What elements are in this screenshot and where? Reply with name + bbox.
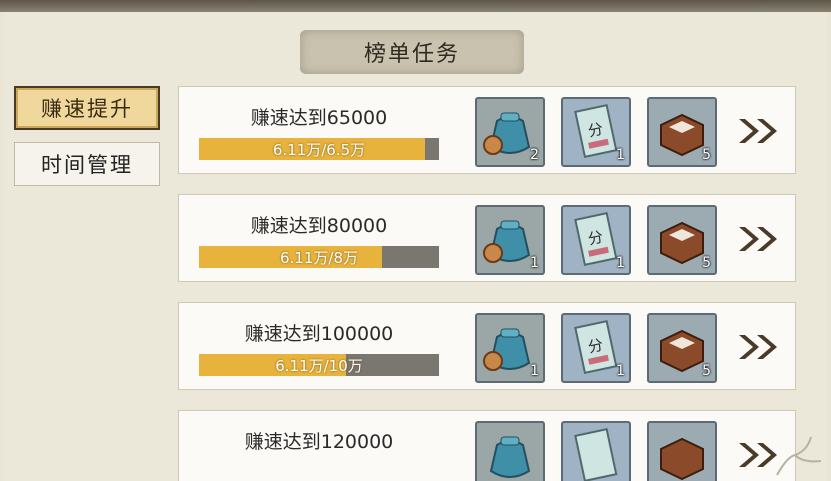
task-card: 赚速达到65000 6.11万/6.5万 2 分 1 5 (178, 86, 796, 174)
progress-text: 6.11万/10万 (275, 356, 363, 375)
score-ticket-icon[interactable]: 分 1 (561, 313, 631, 383)
box-icon[interactable]: 5 (647, 205, 717, 275)
progress-bar: 6.11万/6.5万 (199, 138, 439, 160)
top-border (0, 0, 831, 12)
task-card: 赚速达到120000 (178, 410, 796, 481)
box-icon[interactable] (647, 421, 717, 481)
reward-count: 5 (702, 147, 711, 163)
reward-count: 1 (530, 363, 539, 379)
coin-bag-icon[interactable]: 1 (475, 313, 545, 383)
task-title: 赚速达到120000 (244, 431, 394, 453)
reward-count: 1 (616, 147, 625, 163)
task-list[interactable]: 赚速达到65000 6.11万/6.5万 2 分 1 5 赚速达到80000 6… (178, 86, 796, 481)
box-icon[interactable]: 5 (647, 97, 717, 167)
progress-bar: 6.11万/8万 (199, 246, 439, 268)
reward-count: 1 (616, 255, 625, 271)
double-chevron-icon[interactable] (735, 113, 783, 149)
score-ticket-icon[interactable] (561, 421, 631, 481)
task-card: 赚速达到100000 6.11万/10万 1 分 1 5 (178, 302, 796, 390)
coin-bag-icon[interactable]: 1 (475, 205, 545, 275)
coin-bag-icon[interactable] (475, 421, 545, 481)
task-card: 赚速达到80000 6.11万/8万 1 分 1 5 (178, 194, 796, 282)
progress-text: 6.11万/8万 (280, 248, 358, 267)
title-banner: 榜单任务 (300, 30, 524, 74)
score-ticket-icon[interactable]: 分 1 (561, 205, 631, 275)
reward-count: 5 (702, 255, 711, 271)
double-chevron-icon[interactable] (735, 221, 783, 257)
coin-bag-icon[interactable]: 2 (475, 97, 545, 167)
reward-count: 1 (530, 255, 539, 271)
progress-bar: 6.11万/10万 (199, 354, 439, 376)
progress-text: 6.11万/6.5万 (272, 140, 366, 159)
reward-count: 5 (702, 363, 711, 379)
reward-count: 1 (616, 363, 625, 379)
task-title: 赚速达到100000 (244, 323, 394, 345)
score-ticket-icon[interactable]: 分 1 (561, 97, 631, 167)
task-title: 赚速达到65000 (250, 107, 388, 129)
double-chevron-icon[interactable] (735, 329, 783, 365)
page-title: 榜单任务 (363, 42, 460, 67)
box-icon[interactable]: 5 (647, 313, 717, 383)
tree-decoration (776, 436, 822, 476)
tab-earning-speed[interactable]: 赚速提升 (14, 86, 160, 130)
reward-count: 2 (530, 147, 539, 163)
task-title: 赚速达到80000 (250, 215, 388, 237)
tab-time-management[interactable]: 时间管理 (14, 142, 160, 186)
